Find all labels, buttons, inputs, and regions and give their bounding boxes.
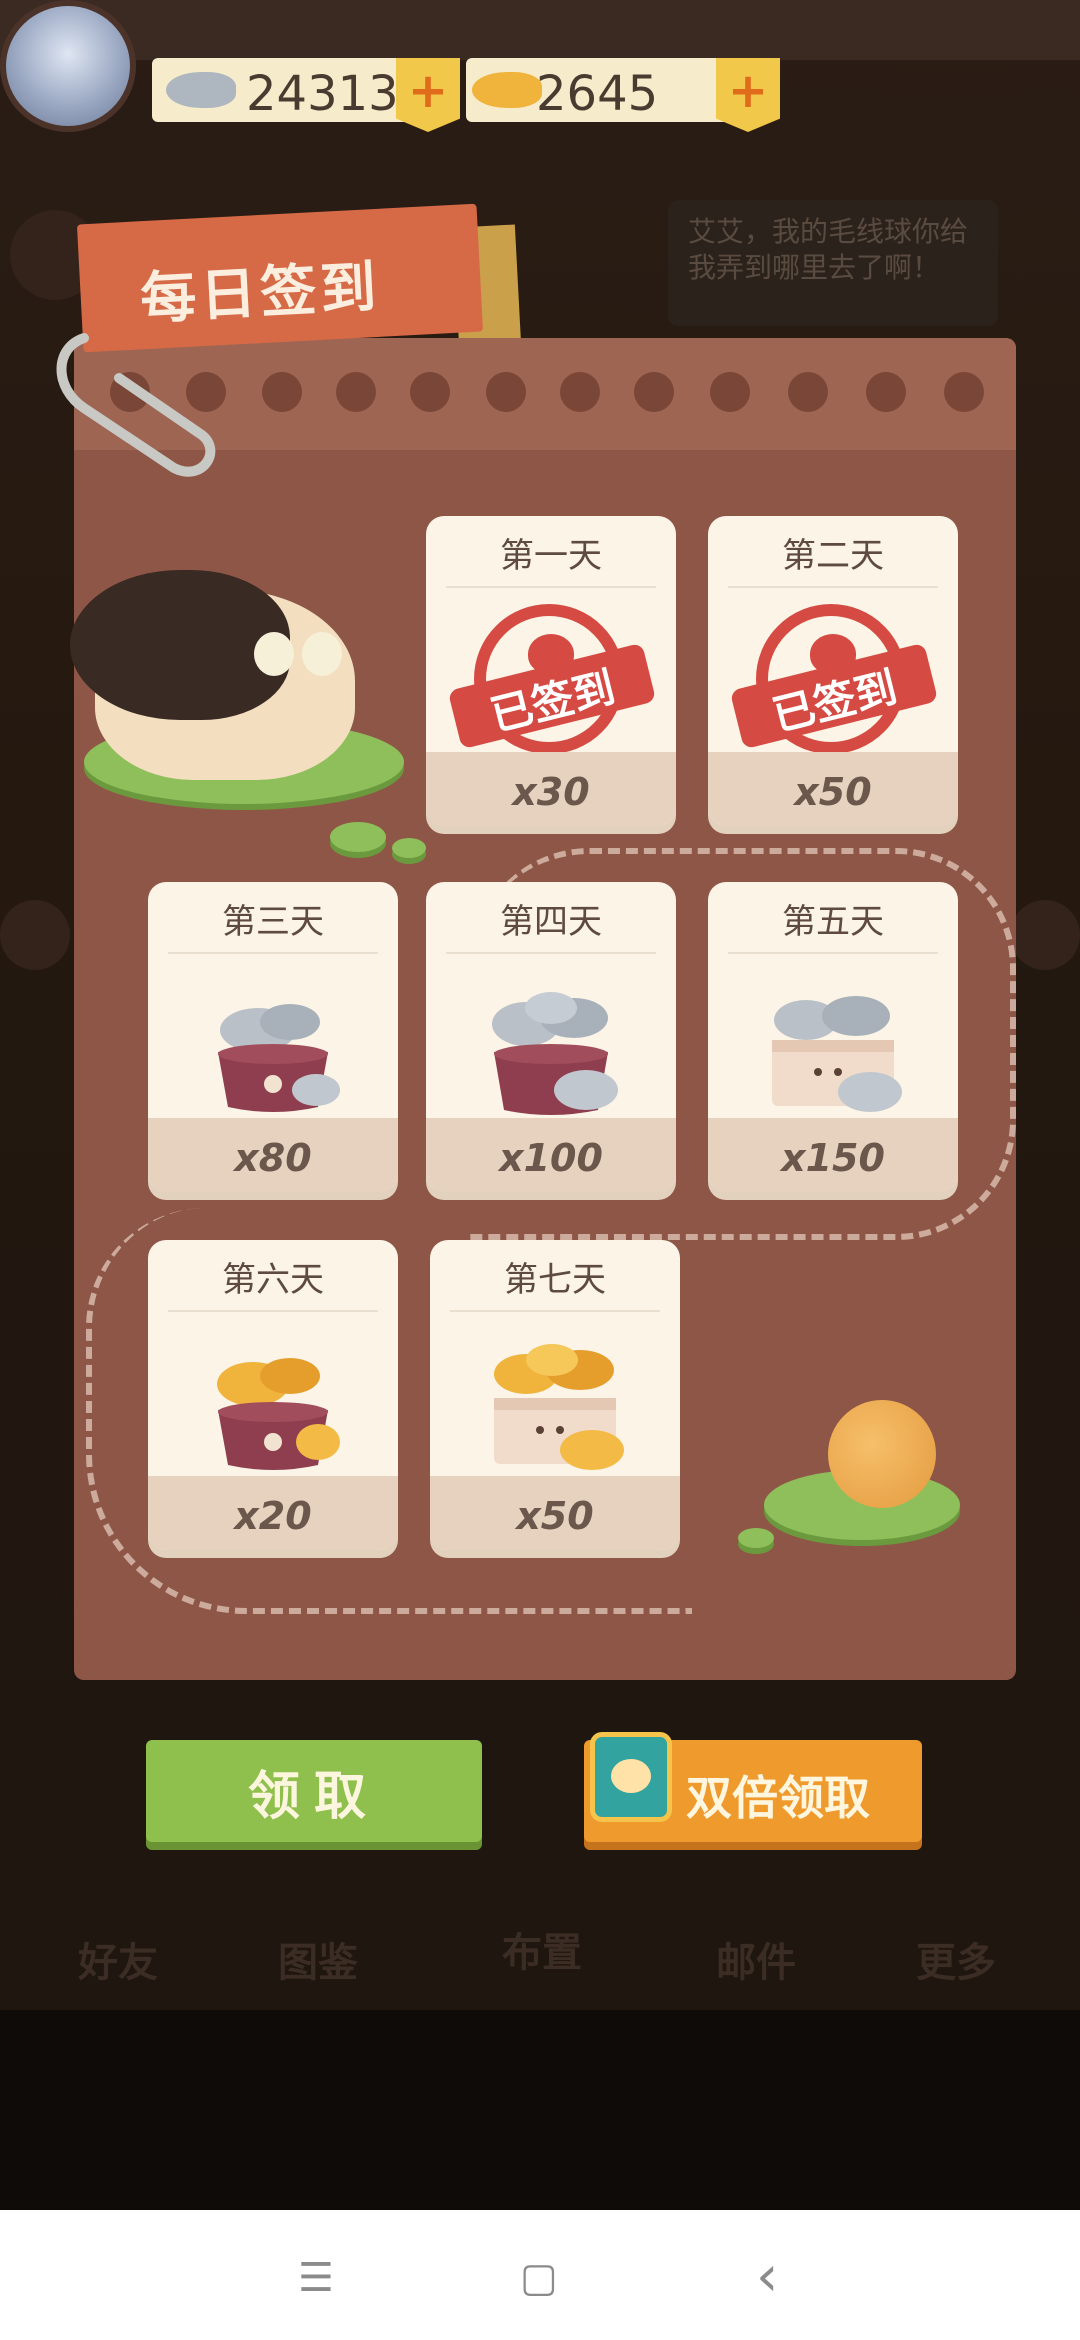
board-hole [262,372,302,412]
board-hole [710,372,750,412]
bg-decoration [1010,900,1080,970]
player-avatar[interactable] [0,0,136,132]
nav-mail: 邮件 [716,1940,796,1986]
day-amount: x80 [234,1136,312,1180]
gold-fish-icon [472,72,542,108]
nav-arrange: 布置 [502,1930,582,1976]
day-amount: x150 [781,1136,885,1180]
gold-fish-value: 2645 [536,66,659,122]
day-label: 第六天 [222,1260,324,1300]
silver-fish-value: 24313 [246,66,399,122]
bg-decoration [0,900,70,970]
board-hole [336,372,376,412]
day-card-6[interactable]: 第六天 x20 [148,1240,398,1550]
day-label: 第五天 [782,902,884,942]
day-label: 第四天 [500,902,602,942]
claim-button[interactable]: 领取 [146,1740,482,1842]
day-card-1[interactable]: 第一天 已签到 x30 [426,516,676,826]
day-amount: x50 [516,1494,594,1538]
board-hole [410,372,450,412]
day-amount: x20 [234,1494,312,1538]
grass-dot [330,822,386,852]
npc-speech-bubble: 艾艾，我的毛线球你给我弄到哪里去了啊！ [668,200,998,326]
grass-dot [392,838,426,858]
day-label: 第二天 [782,536,884,576]
silver-fish-bowl-icon [218,1004,340,1112]
grass-dot [738,1528,774,1548]
day-amount: x50 [794,770,872,814]
back-icon[interactable]: ‹ [756,2244,778,2309]
day-card-7[interactable]: 第七天 x50 [430,1240,680,1550]
paperclip-icon [56,333,216,477]
nav-more: 更多 [916,1940,996,1986]
add-gold-fish-button[interactable]: + [716,58,780,132]
day-label: 第三天 [222,902,324,942]
menu-icon[interactable]: ☰ [298,2255,334,2301]
silver-fish-icon [166,72,236,108]
cat-eye [254,632,294,676]
gold-fish-box-icon [494,1344,624,1470]
day-label: 第七天 [504,1260,606,1300]
yarn-ball-icon [828,1400,936,1508]
silver-fish-box-icon [772,996,902,1112]
gold-fish-bowl-icon [217,1358,340,1470]
day-card-4[interactable]: 第四天 x100 [426,882,676,1192]
top-bar [0,0,1080,64]
add-silver-fish-button[interactable]: + [396,58,460,132]
day-card-3[interactable]: 第三天 x80 [148,882,398,1192]
board-hole [788,372,828,412]
nav-friends: 好友 [78,1940,158,1986]
board-hole [866,372,906,412]
video-tv-icon [590,1732,672,1822]
cat-eye [302,632,342,676]
day-card-5[interactable]: 第五天 x150 [708,882,958,1192]
board-hole [486,372,526,412]
board-hole [560,372,600,412]
nav-collection: 图鉴 [278,1940,358,1986]
day-label: 第一天 [500,536,602,576]
day-amount: x100 [499,1136,603,1180]
silver-fish-bowl-icon [492,992,618,1115]
board-hole [944,372,984,412]
gold-fish-counter: 2645 [466,58,732,122]
board-hole [634,372,674,412]
day-card-2[interactable]: 第二天 已签到 x50 [708,516,958,826]
day-amount: x30 [512,770,590,814]
home-icon[interactable]: ▢ [520,2255,558,2301]
double-claim-button[interactable]: 双倍领取 [584,1732,922,1842]
